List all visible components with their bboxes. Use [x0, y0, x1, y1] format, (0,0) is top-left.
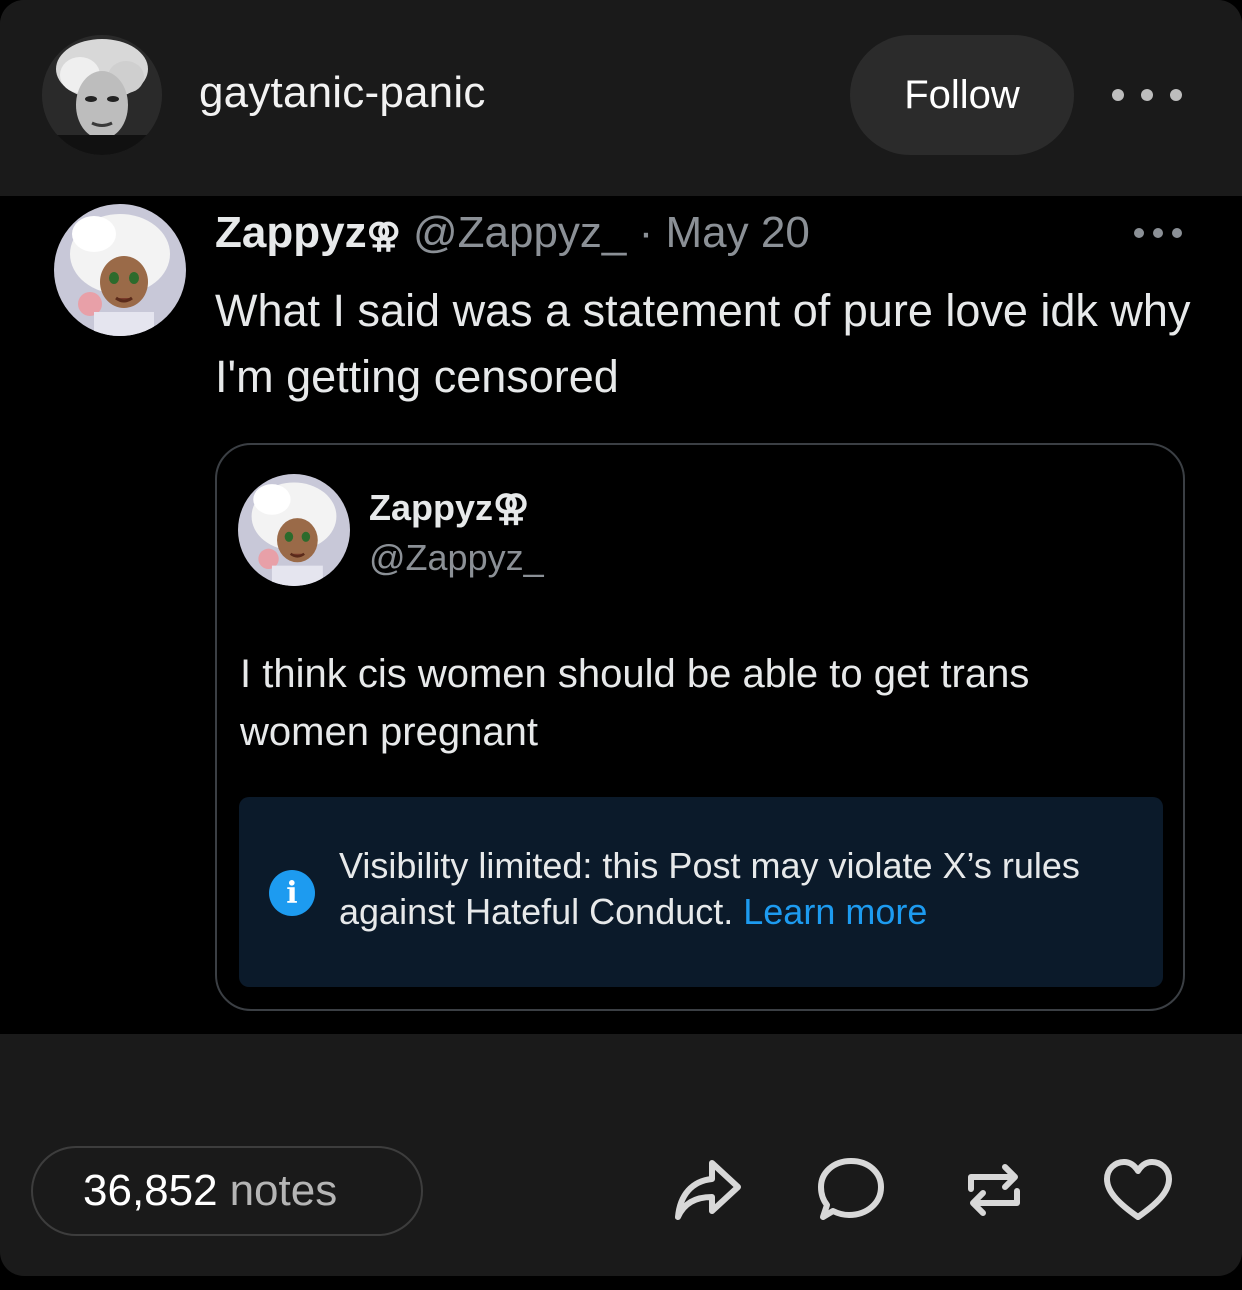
quoted-tweet-handle: @Zappyz_	[369, 537, 544, 578]
like-icon[interactable]	[1098, 1150, 1178, 1230]
quoted-name-symbol: ⚢	[493, 487, 530, 528]
visibility-notice: i Visibility limited: this Post may viol…	[239, 797, 1163, 987]
reblog-icon[interactable]	[954, 1150, 1034, 1230]
notes-button[interactable]: 36,852 notes	[31, 1146, 423, 1236]
tweet-separator: ·	[638, 208, 654, 257]
quoted-tweet-name: Zappyz⚢	[369, 487, 529, 529]
follow-button[interactable]: Follow	[850, 35, 1074, 155]
tweet-more-icon	[1134, 228, 1182, 240]
quoted-tweet-text: I think cis women should be able to get …	[240, 652, 1030, 754]
share-icon[interactable]	[668, 1150, 748, 1230]
post-header: gaytanic-panic Follow	[0, 0, 1242, 196]
post-card: gaytanic-panic Follow Zappyz⚢ @Zappyz_ ·	[0, 0, 1242, 1276]
quoted-display-name: Zappyz	[369, 487, 494, 528]
post-image: Zappyz⚢ @Zappyz_ · May 20 What I said wa…	[0, 196, 1242, 1034]
tweet-handle: @Zappyz_	[412, 208, 627, 257]
blog-name[interactable]: gaytanic-panic	[199, 68, 486, 118]
info-icon: i	[269, 870, 315, 916]
blog-avatar[interactable]	[42, 35, 162, 155]
tweet-avatar	[54, 204, 186, 336]
tweet-text: What I said was a statement of pure love…	[215, 285, 1191, 402]
tweet-display-name: Zappyz	[215, 208, 367, 257]
tweet-name-symbol: ⚢	[366, 217, 401, 255]
quoted-tweet: Zappyz⚢ @Zappyz_ I think cis women shoul…	[215, 443, 1185, 1011]
reply-icon[interactable]	[811, 1150, 891, 1230]
notes-count: 36,852	[83, 1166, 218, 1215]
tweet-date: May 20	[665, 208, 810, 257]
learn-more-link: Learn more	[743, 891, 928, 932]
notice-message: Visibility limited: this Post may violat…	[339, 845, 1080, 932]
notes-label: notes	[229, 1166, 338, 1215]
tweet-header: Zappyz⚢ @Zappyz_ · May 20	[215, 208, 810, 261]
visibility-notice-text: Visibility limited: this Post may violat…	[339, 843, 1139, 935]
more-options-icon[interactable]	[1112, 78, 1182, 112]
quoted-tweet-avatar	[238, 474, 350, 586]
